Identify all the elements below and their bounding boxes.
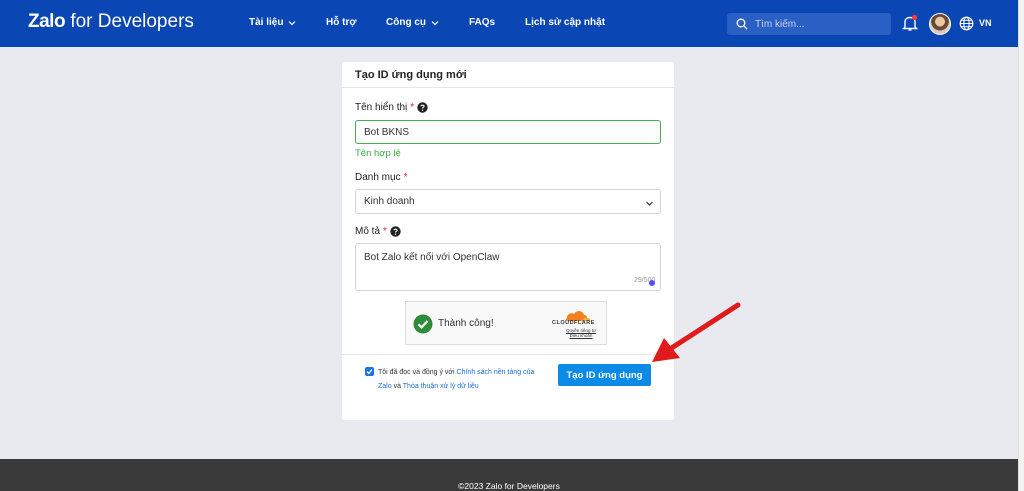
category-label: Danh mục * xyxy=(355,172,407,183)
help-icon[interactable] xyxy=(417,102,428,113)
search-box xyxy=(727,13,891,35)
globe-icon[interactable] xyxy=(959,16,974,31)
data-processing-agreement-link[interactable]: Thỏa thuận xử lý dữ liệu xyxy=(403,383,479,390)
form-title: Tạo ID ứng dụng mới xyxy=(355,69,467,81)
agree-prefix: Tôi đã đọc và đồng ý với xyxy=(378,369,457,376)
divider xyxy=(342,354,674,355)
nav-label: Lịch sử cập nhật xyxy=(525,17,606,28)
brand-name: Zalo xyxy=(28,11,66,32)
page-scrollbar[interactable] xyxy=(1018,0,1024,491)
description-value: Bot Zalo kết nối với OpenClaw xyxy=(364,252,500,263)
top-navigation-bar: Zalo for Developers Tài liệu Hỗ trợ Công… xyxy=(0,0,1018,47)
nav-item-docs[interactable]: Tài liệu xyxy=(249,17,297,28)
nav-item-changelog[interactable]: Lịch sử cập nhật xyxy=(525,17,605,28)
resize-handle[interactable] xyxy=(649,280,655,286)
brand-suffix: for Developers xyxy=(65,11,194,32)
category-select[interactable]: Kinh doanh xyxy=(355,189,661,214)
required-mark: * xyxy=(410,102,415,113)
captcha-brand: CLOUDFLARE xyxy=(552,320,595,326)
create-app-id-button[interactable]: Tạo ID ứng dụng xyxy=(558,364,651,386)
nav-label: Công cụ xyxy=(386,17,426,28)
help-icon[interactable] xyxy=(390,226,401,237)
annotation-arrow-icon xyxy=(652,302,741,362)
agree-terms-text: Tôi đã đọc và đồng ý với Chính sách nền … xyxy=(378,366,548,394)
label-text: Tên hiển thị xyxy=(355,102,408,113)
nav-item-support[interactable]: Hỗ trợ xyxy=(326,17,356,28)
search-input[interactable] xyxy=(755,18,875,30)
display-name-label: Tên hiển thị * xyxy=(355,102,428,113)
nav-item-faqs[interactable]: FAQs xyxy=(469,17,495,28)
label-text: Danh mục xyxy=(355,172,401,183)
chevron-down-icon xyxy=(289,20,296,25)
label-text: Mô tả xyxy=(355,226,381,237)
captcha-privacy-terms-links[interactable]: Quyền riêng tư Điều khoản xyxy=(561,328,601,338)
description-textarea[interactable]: Bot Zalo kết nối với OpenClaw xyxy=(355,243,661,291)
category-selected-value: Kinh doanh xyxy=(364,196,415,207)
required-mark: * xyxy=(383,226,387,237)
user-avatar[interactable] xyxy=(929,13,951,35)
language-switch[interactable]: VN xyxy=(979,18,992,28)
chevron-down-icon xyxy=(431,20,439,25)
search-icon xyxy=(736,18,748,30)
agree-conjunction: và xyxy=(391,383,403,390)
divider xyxy=(342,87,674,88)
page-footer: ©2023 Zalo for Developers xyxy=(0,459,1018,491)
nav-label: Hỗ trợ xyxy=(326,17,357,28)
brand-logo[interactable]: Zalo for Developers xyxy=(28,11,194,33)
cloudflare-captcha[interactable]: Thành công! CLOUDFLARE Quyền riêng tư Đi… xyxy=(405,301,607,345)
required-mark: * xyxy=(403,172,408,183)
nav-label: Tài liệu xyxy=(249,17,284,28)
agree-checkbox[interactable] xyxy=(365,367,374,376)
captcha-status: Thành công! xyxy=(438,318,494,329)
nav-label: FAQs xyxy=(469,17,496,28)
notification-bell-icon[interactable] xyxy=(902,14,918,32)
chevron-down-icon xyxy=(646,201,653,206)
checkmark-icon xyxy=(366,369,373,375)
nav-item-tools[interactable]: Công cụ xyxy=(386,17,440,28)
create-app-form: Tạo ID ứng dụng mới Tên hiển thị * Bot BK… xyxy=(342,62,674,420)
description-label: Mô tả * xyxy=(355,226,401,237)
check-circle-icon xyxy=(413,314,433,334)
display-name-field[interactable]: Bot BKNS xyxy=(355,120,661,144)
footer-copyright: ©2023 Zalo for Developers xyxy=(458,481,560,491)
display-name-value: Bot BKNS xyxy=(364,126,410,138)
display-name-valid-hint: Tên hợp lệ xyxy=(355,148,401,159)
